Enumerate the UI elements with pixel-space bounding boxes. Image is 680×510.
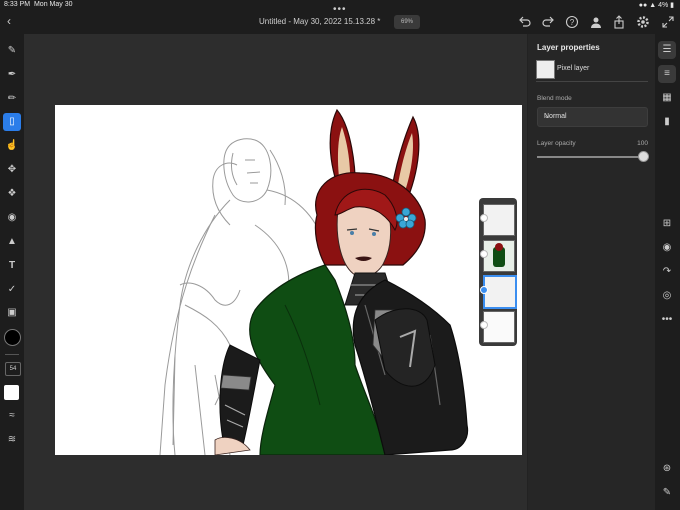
right-toolbar: ☰ ≡ ▦ ▮ ⊞ ◉ ↷ ◎ ••• ⊛ ✎: [655, 34, 680, 510]
user-icon[interactable]: [589, 15, 603, 29]
add-layer-icon[interactable]: ⊞: [658, 215, 676, 233]
top-bar: ‹ ••• Untitled - May 30, 2022 15.13.28 *…: [0, 4, 680, 34]
pixel-brush-icon[interactable]: ✒: [3, 66, 21, 84]
pen-icon[interactable]: ✎: [658, 484, 676, 502]
stroke-icon[interactable]: ≈: [3, 407, 21, 425]
layer-visibility-dot[interactable]: [480, 286, 488, 294]
artwork: [159, 108, 469, 455]
opacity-slider-knob[interactable]: [638, 151, 649, 162]
layer-visibility-dot[interactable]: [480, 214, 488, 222]
layer-properties-panel: Layer properties Pixel layer Blend mode …: [527, 34, 656, 510]
divider: [536, 81, 648, 82]
svg-text:?: ?: [570, 18, 575, 27]
chevron-down-icon: ⌄: [544, 113, 550, 120]
share-icon[interactable]: [612, 15, 626, 29]
import-icon[interactable]: ↷: [658, 263, 676, 281]
panel-title: Layer properties: [537, 43, 600, 52]
blend-mode-select[interactable]: Normal ⌄: [537, 107, 648, 127]
layers-stack: [479, 198, 517, 346]
layer-visibility-dot[interactable]: [480, 321, 488, 329]
eyedropper-icon[interactable]: ✓: [3, 281, 21, 299]
more-icon[interactable]: •••: [658, 311, 676, 329]
left-toolbar: ✎ ✒ ✏ ▯ ☝ ✥ ❖ ◉ ▲ T ✓ ▣ 54 ≈ ≋: [0, 34, 24, 510]
text-icon[interactable]: T: [3, 257, 21, 275]
visibility-icon[interactable]: ◉: [658, 239, 676, 257]
transform-icon[interactable]: ✥: [3, 161, 21, 179]
more-dots-icon[interactable]: •••: [333, 4, 347, 15]
undo-icon[interactable]: [518, 15, 532, 29]
layer-visibility-dot[interactable]: [480, 250, 488, 258]
redo-icon[interactable]: [541, 15, 555, 29]
shape-icon[interactable]: ▲: [3, 233, 21, 251]
image-icon[interactable]: ▣: [3, 304, 21, 322]
layers-icon[interactable]: ☰: [658, 41, 676, 59]
brush-icon[interactable]: ✎: [3, 42, 21, 60]
selected-layer[interactable]: [483, 275, 517, 309]
brush-size[interactable]: 54: [5, 362, 21, 376]
sketch-layer[interactable]: [483, 204, 515, 236]
fill-icon[interactable]: ◉: [3, 209, 21, 227]
status-time: 8:33 PM Mon May 30: [4, 1, 73, 8]
empty-layer[interactable]: [483, 311, 515, 343]
secondary-color-swatch[interactable]: [4, 385, 19, 400]
drawing-canvas[interactable]: [55, 105, 522, 455]
zoom-level[interactable]: 69%: [394, 15, 420, 29]
adjust-icon[interactable]: ⊛: [658, 460, 676, 478]
blend-mode-label: Blend mode: [537, 95, 572, 102]
comment-icon[interactable]: ▮: [658, 113, 676, 131]
smudge-icon[interactable]: ☝: [3, 137, 21, 155]
primary-color-swatch[interactable]: [4, 329, 21, 346]
back-icon[interactable]: ‹: [7, 14, 11, 28]
layer-type: Pixel layer: [557, 65, 590, 72]
layer-thumbnail: [536, 60, 555, 79]
eraser-icon[interactable]: ▯: [3, 113, 21, 131]
settings-icon[interactable]: [636, 15, 650, 29]
lasso-icon[interactable]: ❖: [3, 185, 21, 203]
help-icon[interactable]: ?: [565, 15, 579, 29]
opacity-label: Layer opacity: [537, 140, 576, 147]
divider: [5, 354, 19, 355]
color-layer[interactable]: [483, 240, 515, 272]
properties-icon[interactable]: ≡: [658, 65, 676, 83]
opacity-value: 100: [637, 140, 648, 147]
status-battery: ●● ▲ 4% ▮: [638, 2, 674, 9]
brush-settings-icon[interactable]: ≋: [3, 431, 21, 449]
mixer-icon[interactable]: ✏: [3, 90, 21, 108]
fullscreen-icon[interactable]: [661, 15, 675, 29]
document-title[interactable]: Untitled - May 30, 2022 15.13.28 *: [259, 17, 380, 26]
grid-icon[interactable]: ▦: [658, 89, 676, 107]
mask-icon[interactable]: ◎: [658, 287, 676, 305]
opacity-slider-track[interactable]: [537, 156, 643, 158]
